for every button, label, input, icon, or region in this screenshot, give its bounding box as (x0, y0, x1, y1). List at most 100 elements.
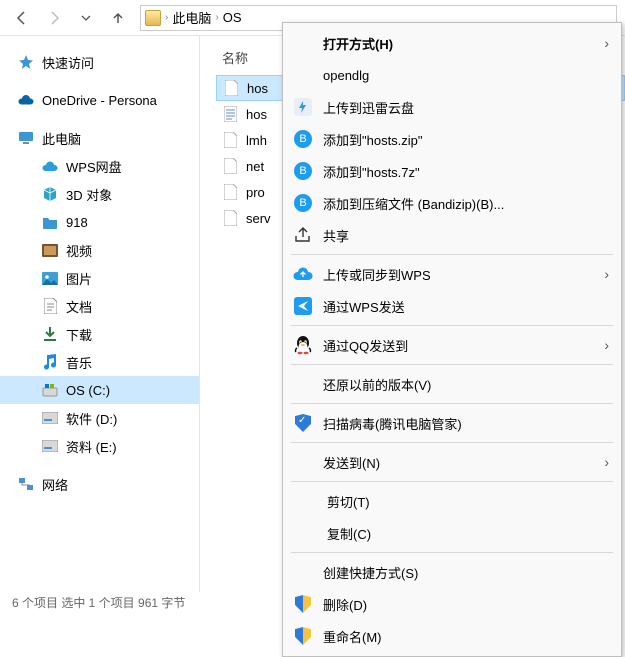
sidebar-item-wps[interactable]: WPS网盘 (0, 152, 199, 180)
folder-icon (42, 214, 58, 230)
shield-check-icon (293, 413, 313, 433)
forward-button[interactable] (40, 4, 68, 32)
file-icon (222, 132, 238, 148)
ctx-7z-hosts[interactable]: B添加到"hosts.7z" (283, 155, 621, 187)
ctx-cut[interactable]: 剪切(T) (283, 485, 621, 517)
file-name: lmh (246, 133, 267, 148)
sidebar-label: 音乐 (66, 353, 92, 372)
separator (291, 254, 613, 255)
sidebar-onedrive[interactable]: OneDrive - Persona (0, 86, 199, 114)
sidebar-item-pictures[interactable]: 图片 (0, 264, 199, 292)
separator (291, 552, 613, 553)
blank-icon (293, 562, 313, 582)
star-icon (18, 54, 34, 70)
context-menu: 打开方式(H)› opendlg 上传到迅雷云盘 B添加到"hosts.zip"… (282, 22, 622, 657)
sidebar-item-3d[interactable]: 3D 对象 (0, 180, 199, 208)
uac-shield-icon (293, 594, 313, 614)
blank-icon (293, 65, 313, 85)
sidebar-item-videos[interactable]: 视频 (0, 236, 199, 264)
ctx-restore[interactable]: 还原以前的版本(V) (283, 368, 621, 400)
qq-icon (293, 335, 313, 355)
sidebar-label: 快速访问 (42, 53, 94, 72)
up-button[interactable] (104, 4, 132, 32)
ctx-shortcut[interactable]: 创建快捷方式(S) (283, 556, 621, 588)
file-name: serv (246, 211, 271, 226)
bandizip-icon: B (293, 129, 313, 149)
chevron-right-icon: › (215, 12, 218, 23)
back-button[interactable] (8, 4, 36, 32)
ctx-delete[interactable]: 删除(D) (283, 588, 621, 620)
sidebar-label: 此电脑 (42, 129, 81, 148)
sidebar-label: 文档 (66, 297, 92, 316)
sidebar-quick-access[interactable]: 快速访问 (0, 48, 199, 76)
sidebar-this-pc[interactable]: 此电脑 (0, 124, 199, 152)
bandizip-icon: B (293, 161, 313, 181)
separator (291, 403, 613, 404)
chevron-right-icon: › (604, 35, 609, 51)
file-name: hos (247, 81, 268, 96)
breadcrumb-thispc[interactable]: 此电脑 (172, 8, 211, 27)
network-icon (18, 476, 34, 492)
sidebar-item-documents[interactable]: 文档 (0, 292, 199, 320)
ctx-send-to[interactable]: 发送到(N)› (283, 446, 621, 478)
share-icon (293, 225, 313, 245)
file-icon (222, 184, 238, 200)
cube-icon (42, 186, 58, 202)
separator (291, 442, 613, 443)
file-icon (222, 158, 238, 174)
ctx-share[interactable]: 共享 (283, 219, 621, 251)
sidebar-item-918[interactable]: 918 (0, 208, 199, 236)
sidebar-label: 3D 对象 (66, 185, 112, 204)
cloud-icon (42, 158, 58, 174)
chevron-right-icon: › (604, 266, 609, 282)
separator (291, 325, 613, 326)
chevron-right-icon: › (604, 454, 609, 470)
sidebar-label: 资料 (E:) (66, 437, 117, 456)
sidebar-item-downloads[interactable]: 下载 (0, 320, 199, 348)
file-icon (222, 210, 238, 226)
document-icon (42, 298, 58, 314)
file-name: pro (246, 185, 265, 200)
drive-icon (42, 410, 58, 426)
sidebar-label: WPS网盘 (66, 157, 122, 176)
separator (291, 481, 613, 482)
sidebar-item-os-c[interactable]: OS (C:) (0, 376, 199, 404)
breadcrumb-os[interactable]: OS (223, 10, 242, 25)
pictures-icon (42, 270, 58, 286)
sidebar-label: 软件 (D:) (66, 409, 117, 428)
uac-shield-icon (293, 626, 313, 646)
file-icon (223, 80, 239, 96)
sidebar-label: 图片 (66, 269, 92, 288)
pc-icon (18, 130, 34, 146)
drive-icon (42, 438, 58, 454)
sidebar-item-e[interactable]: 资料 (E:) (0, 432, 199, 460)
sidebar-network[interactable]: 网络 (0, 470, 199, 498)
video-icon (42, 242, 58, 258)
sidebar-label: OS (C:) (66, 383, 110, 398)
ctx-rename[interactable]: 重命名(M) (283, 620, 621, 652)
drive-icon (42, 382, 58, 398)
sidebar-label: 下载 (66, 325, 92, 344)
ctx-xunlei[interactable]: 上传到迅雷云盘 (283, 91, 621, 123)
blank-icon (293, 33, 313, 53)
folder-icon (145, 10, 161, 26)
file-name: net (246, 159, 264, 174)
ctx-zip-hosts[interactable]: B添加到"hosts.zip" (283, 123, 621, 155)
sidebar-label: 网络 (42, 475, 68, 494)
ctx-opendlg[interactable]: opendlg (283, 59, 621, 91)
sidebar-item-d[interactable]: 软件 (D:) (0, 404, 199, 432)
ctx-qq-send[interactable]: 通过QQ发送到› (283, 329, 621, 361)
ctx-wps-upload[interactable]: 上传或同步到WPS› (283, 258, 621, 290)
sidebar: 快速访问 OneDrive - Persona 此电脑 WPS网盘 3D 对象 … (0, 36, 200, 592)
ctx-scan[interactable]: 扫描病毒(腾讯电脑管家) (283, 407, 621, 439)
separator (291, 364, 613, 365)
recent-dropdown[interactable] (72, 4, 100, 32)
ctx-copy[interactable]: 复制(C) (283, 517, 621, 549)
ctx-wps-send[interactable]: 通过WPS发送 (283, 290, 621, 322)
chevron-right-icon: › (604, 337, 609, 353)
ctx-bandizip[interactable]: B添加到压缩文件 (Bandizip)(B)... (283, 187, 621, 219)
chevron-right-icon: › (165, 12, 168, 23)
wps-send-icon (293, 296, 313, 316)
sidebar-item-music[interactable]: 音乐 (0, 348, 199, 376)
ctx-open-with[interactable]: 打开方式(H)› (283, 27, 621, 59)
